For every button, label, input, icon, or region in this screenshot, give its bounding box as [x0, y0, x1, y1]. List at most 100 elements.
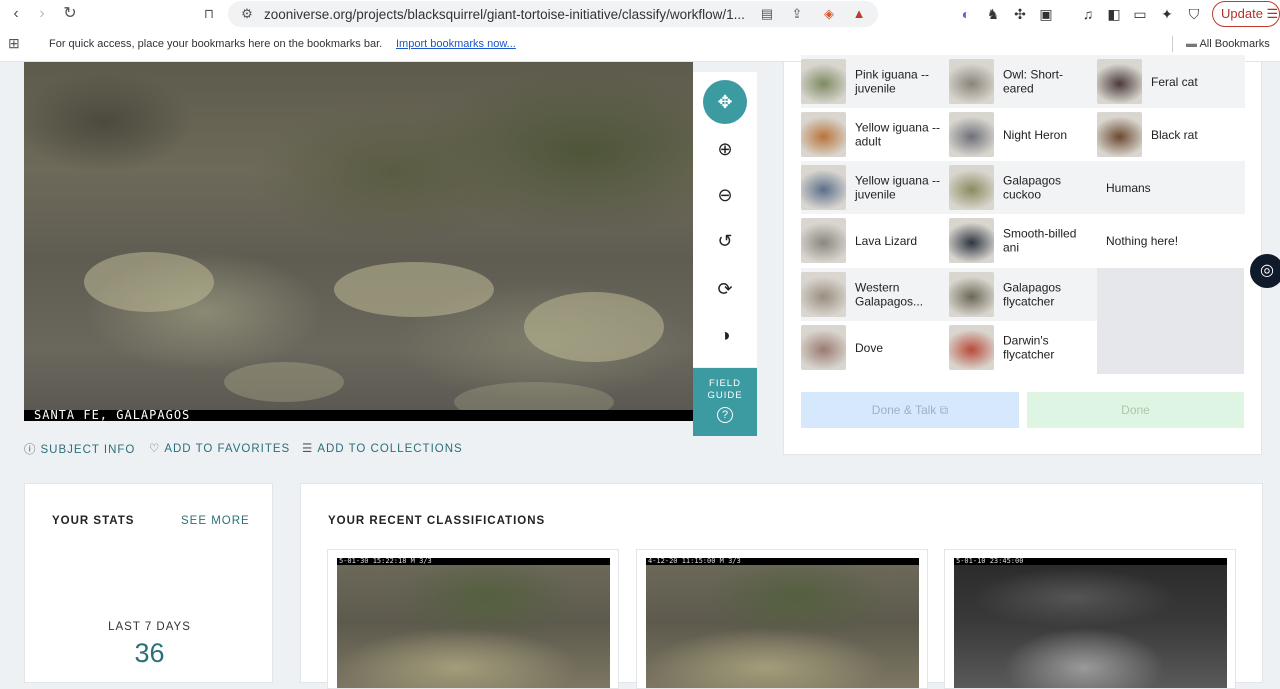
puzzle-icon[interactable]: ✣: [1010, 4, 1030, 24]
rotate-icon[interactable]: ↺: [703, 219, 747, 263]
subject-image[interactable]: [24, 62, 693, 421]
zoom-in-icon[interactable]: ⊕: [703, 127, 747, 171]
all-bookmarks-button[interactable]: ▬ All Bookmarks: [1186, 38, 1270, 50]
choice-label: Pink iguana -- juvenile: [855, 67, 930, 96]
reload-icon[interactable]: ↻: [60, 4, 80, 24]
back-icon[interactable]: ‹: [6, 4, 26, 24]
leo-icon[interactable]: ◐: [956, 4, 976, 24]
recent-item[interactable]: 4-12-20 11:15:00 M 3/3: [636, 549, 928, 689]
choice-label: Smooth-billed ani: [1003, 226, 1077, 255]
choice-label: Humans: [1106, 180, 1151, 195]
stats-period: LAST 7 DAYS: [108, 621, 191, 633]
choice-thumbnail: [801, 112, 846, 157]
see-more-link[interactable]: SEE MORE: [181, 515, 250, 527]
vpn-shield-icon[interactable]: ⛉: [1184, 4, 1204, 24]
url-text[interactable]: zooniverse.org/projects/blacksquirrel/gi…: [264, 7, 745, 22]
update-label: Update: [1221, 6, 1263, 21]
bookmarks-message: For quick access, place your bookmarks h…: [49, 38, 383, 50]
add-to-collections-link[interactable]: ☰ ADD TO COLLECTIONS: [302, 441, 463, 455]
choice-option[interactable]: Galapagos cuckoo: [949, 161, 1097, 214]
recent-thumbnail[interactable]: 5-01-30 15:22:18 M 3/3: [337, 558, 610, 688]
zoom-out-icon[interactable]: ⊖: [703, 173, 747, 217]
add-to-favorites-label: ADD TO FAVORITES: [164, 443, 291, 455]
recent-item[interactable]: 5-01-10 23:45:00: [944, 549, 1236, 689]
choice-label: Dove: [855, 340, 884, 355]
choice-option[interactable]: Western Galapagos...: [801, 268, 949, 321]
grass-tuft: [84, 252, 214, 312]
update-button[interactable]: Update ☰: [1212, 1, 1280, 27]
choice-option[interactable]: Yellow iguana -- juvenile: [801, 161, 949, 214]
floating-assistant-icon[interactable]: ◎: [1250, 254, 1280, 288]
add-to-collections-label: ADD TO COLLECTIONS: [317, 443, 463, 455]
help-icon: ?: [717, 407, 733, 423]
choice-thumbnail: [1097, 112, 1142, 157]
extension-icon[interactable]: ♞: [983, 4, 1003, 24]
apps-grid-icon[interactable]: ⊞: [8, 35, 20, 52]
field-guide-button[interactable]: FIELD GUIDE ?: [693, 368, 757, 436]
all-bookmarks-label: All Bookmarks: [1199, 38, 1270, 50]
share-icon[interactable]: ⇪: [788, 5, 806, 23]
choice-option[interactable]: Pink iguana -- juvenile: [801, 55, 949, 108]
choice-thumbnail: [801, 165, 846, 210]
choice-option[interactable]: Lava Lizard: [801, 214, 949, 267]
done-and-talk-button[interactable]: Done & Talk ⧉: [801, 392, 1019, 428]
stats-title: YOUR STATS: [52, 515, 135, 527]
choice-option[interactable]: Smooth-billed ani: [949, 214, 1097, 267]
choice-option[interactable]: Yellow iguana -- adult: [801, 108, 949, 161]
ai-sparkle-icon[interactable]: ✦: [1157, 4, 1177, 24]
move-icon[interactable]: ✥: [703, 80, 747, 124]
import-bookmarks-link[interactable]: Import bookmarks now...: [396, 38, 516, 50]
choice-option[interactable]: Humans: [1097, 161, 1245, 214]
choice-option[interactable]: Feral cat: [1097, 55, 1245, 108]
brave-rewards-icon[interactable]: ▲: [850, 5, 868, 23]
reset-icon[interactable]: ⟳: [703, 267, 747, 311]
recent-thumbnail[interactable]: 4-12-20 11:15:00 M 3/3: [646, 558, 919, 688]
site-settings-icon[interactable]: ⚙: [238, 5, 256, 23]
add-to-favorites-link[interactable]: ♡ ADD TO FAVORITES: [149, 441, 290, 455]
brave-shields-icon[interactable]: ◈: [820, 5, 838, 23]
address-bar[interactable]: ⚙ zooniverse.org/projects/blacksquirrel/…: [228, 1, 878, 27]
choice-option[interactable]: Galapagos flycatcher: [949, 268, 1097, 321]
heart-icon: ♡: [149, 443, 161, 455]
choice-option[interactable]: Black rat: [1097, 108, 1245, 161]
choice-option[interactable]: Night Heron: [949, 108, 1097, 161]
recent-item[interactable]: 5-01-30 15:22:18 M 3/3: [327, 549, 619, 689]
screenshot-icon[interactable]: ▣: [1036, 4, 1056, 24]
recent-thumbnail[interactable]: 5-01-10 23:45:00: [954, 558, 1227, 688]
external-link-icon: ⧉: [939, 403, 949, 417]
choice-label: Owl: Short-eared: [1003, 67, 1064, 96]
bookmark-icon[interactable]: ⊓: [199, 4, 219, 24]
recent-classifications-card: YOUR RECENT CLASSIFICATIONS 5-01-30 15:2…: [300, 483, 1263, 689]
invert-icon[interactable]: ◑: [703, 313, 747, 357]
choice-thumbnail: [1097, 59, 1142, 104]
choice-thumbnail: [801, 325, 846, 370]
choice-option[interactable]: Darwin's flycatcher: [949, 321, 1097, 374]
grass-tuft: [524, 292, 664, 362]
choice-thumbnail: [949, 165, 994, 210]
forward-icon[interactable]: ›: [32, 4, 52, 24]
recent-title: YOUR RECENT CLASSIFICATIONS: [328, 515, 546, 527]
done-button[interactable]: Done: [1027, 392, 1244, 428]
choice-option[interactable]: Nothing here!: [1097, 214, 1245, 267]
browser-chrome: ‹ › ↻ ⊓ ⚙ zooniverse.org/projects/blacks…: [0, 0, 1280, 62]
sidebar-icon[interactable]: ◧: [1104, 4, 1124, 24]
subject-caption-bar: SANTA FE, GALAPAGOS: [24, 408, 693, 422]
choice-label: Galapagos flycatcher: [1003, 280, 1062, 309]
browser-toolbar: ‹ › ↻ ⊓ ⚙ zooniverse.org/projects/blacks…: [0, 0, 1280, 28]
folder-icon: ▬: [1186, 38, 1197, 50]
choice-label: Yellow iguana -- adult: [855, 120, 940, 149]
wallet-icon[interactable]: ▭: [1130, 4, 1150, 24]
choice-label: Night Heron: [1003, 127, 1068, 142]
subject-info-link[interactable]: ⓘ SUBJECT INFO: [24, 441, 135, 457]
choice-label: Black rat: [1151, 127, 1198, 142]
choice-label: Feral cat: [1151, 74, 1198, 89]
done-label: Done: [1121, 403, 1150, 417]
recent-stamp: 5-01-10 23:45:00: [954, 558, 1227, 565]
media-icon[interactable]: ♫: [1078, 4, 1098, 24]
choice-thumbnail: [801, 272, 846, 317]
subject-info-label: SUBJECT INFO: [40, 444, 136, 456]
reader-icon[interactable]: ▤: [758, 5, 776, 23]
choice-option[interactable]: Owl: Short-eared: [949, 55, 1097, 108]
choice-option[interactable]: Dove: [801, 321, 949, 374]
choice-thumbnail: [949, 59, 994, 104]
